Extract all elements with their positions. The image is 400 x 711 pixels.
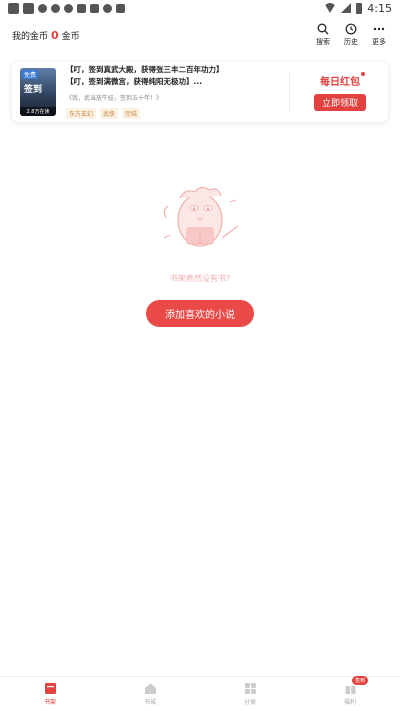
- red-packet-title-text: 每日红包: [320, 77, 360, 88]
- bookshelf-icon: [44, 683, 56, 694]
- nav-label: 书城: [143, 699, 156, 706]
- coins-display[interactable]: 我的金币 0 金币: [12, 29, 80, 42]
- nav-store[interactable]: 书城: [120, 682, 180, 706]
- tag: 武侠: [100, 108, 119, 119]
- book-description: 《我，武当放牛娃，签到五十年！》: [66, 95, 163, 102]
- wifi-icon: [324, 3, 337, 13]
- o-icon: [38, 3, 47, 13]
- checkin-badge: 签到: [352, 676, 369, 685]
- search-button[interactable]: 搜索: [314, 23, 332, 47]
- nav-label: 书架: [43, 699, 56, 706]
- tag: 完结: [122, 108, 141, 119]
- daily-red-packet: 每日红包 立即领取: [300, 72, 380, 111]
- category-icon: [244, 683, 256, 694]
- free-badge: 免费: [22, 70, 39, 79]
- bottom-nav: 书架 书城 分类 签到 福利: [0, 676, 400, 711]
- claim-button[interactable]: 立即领取: [313, 94, 366, 111]
- clock-icon: [345, 23, 357, 35]
- search-icon: [317, 23, 329, 35]
- status-bar: 4:15: [0, 0, 400, 16]
- app-icon: [8, 2, 19, 14]
- book-cover[interactable]: 免费 签到 2.8万在读: [20, 68, 56, 116]
- divider: [289, 72, 290, 112]
- coins-value: 0: [51, 28, 59, 42]
- search-label: 搜索: [316, 38, 330, 46]
- signal-icon: [341, 3, 352, 13]
- recommend-card[interactable]: 免费 签到 2.8万在读 【叮，签到真武大殿，获得张三丰二百年功力】 【叮，签到…: [12, 62, 388, 122]
- more-icon: [373, 27, 385, 31]
- book-icon: [90, 3, 99, 13]
- empty-message: 书架竟然没有书?: [169, 274, 231, 283]
- history-button[interactable]: 历史: [342, 23, 360, 47]
- store-icon: [144, 683, 156, 694]
- header: 我的金币 0 金币 搜索 历史 更多: [0, 18, 400, 52]
- header-actions: 搜索 历史 更多: [314, 23, 388, 47]
- nav-welfare[interactable]: 签到 福利: [320, 676, 380, 706]
- coins-unit: 金币: [61, 31, 80, 42]
- book-title-line1: 【叮，签到真武大殿，获得张三丰二百年功力】: [66, 65, 224, 74]
- battery-icon: [356, 2, 363, 14]
- red-packet-title: 每日红包: [320, 72, 365, 88]
- more-button[interactable]: 更多: [370, 23, 388, 47]
- nav-label: 福利: [343, 699, 356, 706]
- o-icon: [64, 3, 73, 13]
- a-icon: [116, 3, 125, 13]
- app-icon: [23, 2, 34, 14]
- reading-count: 2.8万在读: [20, 107, 56, 116]
- o-icon: [51, 3, 60, 13]
- nav-bookshelf[interactable]: 书架: [20, 682, 80, 706]
- nav-label: 分类: [243, 699, 256, 706]
- nav-category[interactable]: 分类: [220, 682, 280, 706]
- book-info[interactable]: 【叮，签到真武大殿，获得张三丰二百年功力】 【叮，签到满微宫，获得纯阳无极功】.…: [66, 65, 279, 119]
- shield-icon: [103, 3, 112, 13]
- coins-label: 我的金币: [12, 31, 49, 42]
- cover-title: 签到: [24, 85, 43, 95]
- clock-time: 4:15: [367, 1, 392, 15]
- add-novel-button[interactable]: 添加喜欢的小说: [146, 300, 254, 327]
- tag: 东方玄幻: [66, 108, 97, 119]
- system-status: 4:15: [324, 2, 392, 15]
- book-tags: 东方玄幻 武侠 完结: [66, 108, 279, 119]
- notification-icons: [8, 2, 125, 14]
- sheep-illustration-icon: [163, 186, 239, 247]
- more-label: 更多: [372, 38, 386, 46]
- image-icon: [77, 3, 86, 13]
- history-label: 历史: [344, 38, 358, 46]
- book-title-line2: 【叮，签到满微宫，获得纯阳无极功】...: [66, 77, 203, 86]
- notification-dot: [361, 72, 365, 76]
